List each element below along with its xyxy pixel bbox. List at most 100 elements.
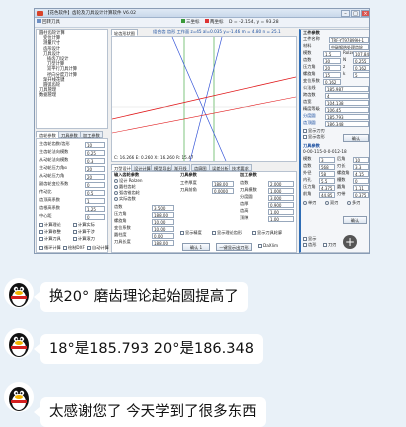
tab-process-params[interactable]: 加工参数 [80,131,103,138]
param-input[interactable]: 1.00 [268,216,294,222]
toolbar-3d-button[interactable]: 三坐标 [181,19,200,27]
tool-field-input[interactable]: 568 [319,164,335,170]
tool-field-input[interactable]: 44.85 [319,192,335,198]
display-checkbox[interactable]: 显示理论齿形 [212,230,242,236]
confirm-button[interactable]: 确认 1 [182,243,210,251]
bottom-checkbox[interactable]: 绘制DXF [63,245,85,251]
minimize-button[interactable]: – [341,10,350,17]
extra-input[interactable]: 107.847 [353,51,369,57]
field-label: 模数 [303,50,312,55]
param-label: 齿厚 [240,201,249,206]
field-input[interactable]: TRF-YT97899H-1 [329,37,369,43]
field-input[interactable]: 1.5 [323,51,341,57]
field-input[interactable]: 15 [323,72,341,78]
extra-label: N [343,57,347,62]
right-confirm-button[interactable]: 确认 [343,134,369,142]
tool-field-label: 模数 [303,156,312,161]
field-input[interactable]: 3.500 [152,205,174,211]
field-input[interactable]: 0.00 [152,233,174,239]
field-input[interactable]: 20 [85,174,105,180]
field-input[interactable]: 0.0000 [212,188,234,194]
tool-confirm-button[interactable]: 确认 [343,216,367,224]
option-checkbox[interactable]: 计算刀具 [39,236,61,242]
field-input[interactable]: 10 [85,142,105,148]
tool-field-input[interactable]: 5.5 [319,178,335,184]
bottom-tab[interactable]: 渐开线 [171,164,190,171]
field-input[interactable]: 104.138 [325,100,369,106]
field-input[interactable]: 20 [323,65,341,71]
field-label: 从动轮压力角 [39,173,65,178]
field-input[interactable]: 188.00 [152,212,174,218]
option-checkbox[interactable]: 计算干涉 [73,229,95,235]
field-input[interactable]: 185.793 [325,114,369,120]
tool-field-input[interactable]: 4.375 [319,185,335,191]
tool-checkbox[interactable]: 刀刃 [323,242,336,248]
toolbar-open-button[interactable]: 回转刀具 [37,19,60,27]
field-input[interactable]: 10.00 [152,219,174,225]
param-label: 刀具模数 [240,187,257,192]
field-input[interactable]: 106.45 [325,107,369,113]
field-input[interactable]: 4 [325,93,369,99]
param-input[interactable]: 1.000 [268,188,294,194]
display-checkbox[interactable]: 显示刀具轮廓 [252,230,282,236]
tool-field-input[interactable]: 3 [319,157,335,163]
tool-radio[interactable]: 单刃 [303,200,316,206]
tab-gear-params[interactable]: 齿轮参数 [36,131,59,138]
tool-field-input[interactable]: 3.3 [353,164,369,170]
tool-field-input[interactable]: 58 [319,171,335,177]
right-checkbox[interactable]: 显示齿形 [303,134,325,140]
field-input[interactable]: 30 [323,58,341,64]
zoom-add-icon[interactable]: + [343,235,357,249]
param-input[interactable]: 0.900 [268,202,294,208]
field-input[interactable]: 0.3 [85,158,105,164]
tree-item[interactable]: 数据管理 [39,93,105,98]
tab-tool-params[interactable]: 刀具参数 [58,131,81,138]
extra-input[interactable]: 0.255 [353,58,369,64]
field-label: 精度等级 [303,106,320,111]
field-input[interactable]: 0 [85,214,105,220]
field-input[interactable]: 1 [85,198,105,204]
param-input[interactable]: 1.00 [268,209,294,215]
tool-field-input[interactable]: 0.375 [353,192,369,198]
extra-input[interactable]: 0.162 [353,65,369,71]
field-input[interactable]: 185.987 [325,86,369,92]
field-input[interactable]: 中碳钢热处理齿轮 [329,44,369,50]
field-input[interactable]: 0.162 [323,79,341,85]
field-input[interactable]: 1.25 [85,206,105,212]
field-input[interactable]: 188.00 [212,181,234,187]
tool-field-input[interactable]: 10 [353,157,369,163]
field-input[interactable]: 0.5 [85,190,105,196]
close-button[interactable]: × [361,10,369,17]
field-input[interactable]: 10.00 [152,226,174,232]
bottom-tab[interactable]: 齿廓图 [191,164,210,171]
tool-field-input[interactable]: 4.15 [353,171,369,177]
field-input[interactable]: 0 [85,182,105,188]
show-tool-shape-button[interactable]: 一键显示出刀形 [216,243,252,251]
param-input[interactable]: 3.000 [268,195,294,201]
tab-plot[interactable]: 轮齿形状图 [111,29,138,36]
param-input[interactable]: 2.000 [268,181,294,187]
display-checkbox[interactable]: 显示精度 [180,230,202,236]
tool-field-input[interactable]: 0 [353,178,369,184]
penguin-avatar-icon [4,382,34,412]
option-checkbox[interactable]: 计算修整 [39,229,61,235]
bottom-checkbox[interactable]: 自动计算 [87,245,109,251]
field-input[interactable]: 0.25 [85,150,105,156]
bottom-checkbox[interactable]: 循环计算 [39,245,61,251]
extra-input[interactable]: 5 [353,72,369,78]
field-input[interactable]: 186.348 [325,121,369,127]
tool-field-input[interactable]: 1.11 [353,185,369,191]
toolbar-2d-button[interactable]: 两坐标 [205,19,224,27]
mode-radio[interactable]: 实际齿数 [114,196,136,202]
daxlim-checkbox[interactable]: DaXlim [258,243,278,249]
tool-checkbox[interactable]: 齿形 [303,242,316,248]
field-input[interactable]: 188.00 [152,240,174,246]
option-checkbox[interactable]: 计算理论 [39,222,61,228]
option-checkbox[interactable]: 计算实际 [73,222,95,228]
field-input[interactable]: 20 [85,166,105,172]
tool-radio[interactable]: 双刃 [325,200,338,206]
maximize-button[interactable]: □ [351,10,360,17]
tool-radio[interactable]: 多刃 [347,200,360,206]
option-checkbox[interactable]: 计算滚刀 [73,236,95,242]
bottom-tab[interactable]: 技术要求 [229,164,252,171]
